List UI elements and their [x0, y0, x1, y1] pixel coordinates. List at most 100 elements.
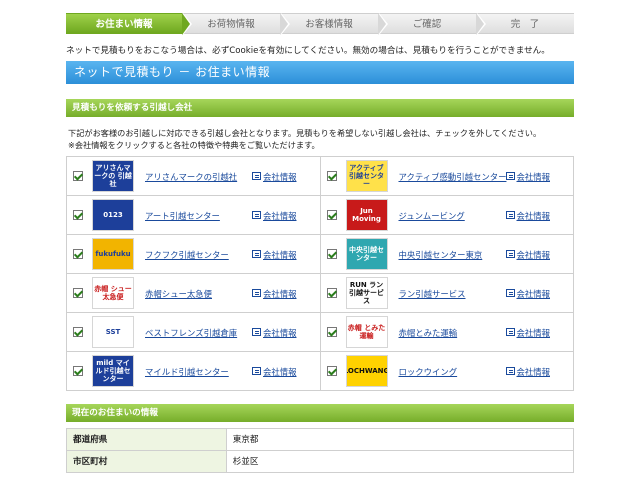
table-row: 都道府県 東京都	[67, 429, 574, 451]
page-container: お住まい情報 お荷物情報 お客様情報 ご確認 完 了 ネットで見積もりをおこなう…	[66, 0, 574, 479]
company-info-link[interactable]: 会社情報	[517, 288, 551, 300]
company-item: 赤帽 シュー太急便 赤帽シュー太急便 会社情報	[67, 274, 321, 313]
company-name-link[interactable]: アート引越センター	[145, 210, 220, 222]
company-logo[interactable]: 0123	[92, 199, 134, 231]
company-logo[interactable]: LOCHWANG	[345, 355, 388, 387]
step-label: お客様情報	[305, 19, 353, 30]
company-row: SST ベストフレンズ引越倉庫 会社情報 赤帽 とみた運輸 赤帽とみた運輸 会社情報	[67, 313, 574, 352]
step-label: ご確認	[412, 19, 442, 30]
company-checkbox[interactable]	[326, 171, 337, 181]
document-icon[interactable]	[252, 172, 261, 180]
company-checkbox[interactable]	[326, 210, 337, 220]
company-logo[interactable]: 中央引越センター	[345, 238, 388, 270]
residence-table: 都道府県 東京都 市区町村 杉並区	[66, 428, 574, 473]
company-logo[interactable]: Jun Moving	[345, 199, 388, 231]
company-logo[interactable]: 赤帽 とみた運輸	[345, 316, 388, 348]
description-line: 下記がお客様のお引越しに対応できる引越し会社となります。見積もりを希望しない引越…	[68, 128, 542, 138]
company-row: アリさんマークの 引越社 アリさんマークの引越社 会社情報 アクティブ 引越センターア…	[67, 157, 574, 196]
company-name-link[interactable]: ラン引越サービス	[399, 288, 466, 300]
company-row: fukufuku フクフク引越センター 会社情報 中央引越センター 中央引越センター東京…	[67, 235, 574, 274]
company-name-link[interactable]: ロックウイング	[399, 366, 458, 378]
company-checkbox[interactable]	[326, 327, 337, 337]
company-checkbox[interactable]	[326, 366, 337, 376]
prefecture-label: 都道府県	[67, 429, 227, 451]
prefecture-value: 東京都	[226, 429, 574, 451]
company-checkbox[interactable]	[326, 288, 337, 298]
company-name-link[interactable]: 赤帽シュー太急便	[145, 288, 212, 300]
document-icon[interactable]	[252, 211, 261, 219]
company-info-link[interactable]: 会社情報	[263, 210, 297, 222]
company-checkbox[interactable]	[73, 327, 83, 337]
company-item: mild マイルド引越センター マイルド引越センター 会社情報	[67, 352, 321, 391]
city-label: 市区町村	[67, 451, 227, 473]
table-row: 市区町村 杉並区	[67, 451, 574, 473]
company-grid: アリさんマークの 引越社 アリさんマークの引越社 会社情報 アクティブ 引越センターア…	[66, 156, 574, 391]
company-name-link[interactable]: 赤帽とみた運輸	[399, 327, 458, 339]
city-value: 杉並区	[226, 451, 574, 473]
company-item: LOCHWANG ロックウイング 会社情報	[320, 352, 574, 391]
company-name-link[interactable]: アクティブ感動引越センター	[399, 171, 507, 183]
company-item: fukufuku フクフク引越センター 会社情報	[67, 235, 321, 274]
company-logo[interactable]: SST	[92, 316, 134, 348]
company-name-link[interactable]: マイルド引越センター	[145, 366, 229, 378]
document-icon[interactable]	[252, 289, 261, 297]
company-name-link[interactable]: フクフク引越センター	[145, 249, 229, 261]
company-logo[interactable]: fukufuku	[92, 238, 134, 270]
companies-description: 下記がお客様のお引越しに対応できる引越し会社となります。見積もりを希望しない引越…	[68, 127, 574, 151]
company-checkbox[interactable]	[73, 249, 83, 259]
page-title: ネットで見積もり － お住まい情報	[66, 61, 574, 84]
document-icon[interactable]	[505, 289, 515, 297]
document-icon[interactable]	[252, 250, 261, 258]
company-logo[interactable]: RUN ラン引越サービス	[345, 277, 388, 309]
company-info-link[interactable]: 会社情報	[517, 249, 551, 261]
company-info-link[interactable]: 会社情報	[263, 249, 297, 261]
company-logo[interactable]: アクティブ 引越センター	[345, 160, 388, 192]
company-logo[interactable]: アリさんマークの 引越社	[92, 160, 134, 192]
step-residence: お住まい情報	[66, 13, 192, 35]
company-item: 0123 アート引越センター 会社情報	[67, 196, 321, 235]
company-item: RUN ラン引越サービス ラン引越サービス 会社情報	[320, 274, 574, 313]
company-info-link[interactable]: 会社情報	[517, 366, 551, 378]
company-checkbox[interactable]	[73, 288, 83, 298]
company-logo[interactable]: mild マイルド引越センター	[92, 355, 134, 387]
document-icon[interactable]	[505, 172, 515, 180]
companies-section-title: 見積もりを依頼する引越し会社	[66, 99, 574, 117]
company-checkbox[interactable]	[326, 249, 337, 259]
company-row: 赤帽 シュー太急便 赤帽シュー太急便 会社情報 RUN ラン引越サービス ラン引越サービ…	[67, 274, 574, 313]
step-label: 完 了	[510, 19, 540, 30]
company-info-link[interactable]: 会社情報	[263, 366, 297, 378]
company-row: 0123 アート引越センター 会社情報 Jun Moving ジュンムービング 会社情報	[67, 196, 574, 235]
company-info-link[interactable]: 会社情報	[517, 327, 551, 339]
company-item: Jun Moving ジュンムービング 会社情報	[320, 196, 574, 235]
company-logo[interactable]: 赤帽 シュー太急便	[92, 277, 134, 309]
company-info-link[interactable]: 会社情報	[263, 327, 297, 339]
residence-section-title: 現在のお住まいの情報	[66, 404, 574, 422]
company-name-link[interactable]: ベストフレンズ引越倉庫	[145, 327, 237, 339]
company-name-link[interactable]: 中央引越センター東京	[399, 249, 483, 261]
document-icon[interactable]	[505, 328, 515, 336]
document-icon[interactable]	[505, 250, 515, 258]
company-info-link[interactable]: 会社情報	[263, 288, 297, 300]
cookie-notice: ネットで見積もりをおこなう場合は、必ずCookieを有効にしてください。無効の場…	[66, 46, 550, 56]
company-name-link[interactable]: アリさんマークの引越社	[145, 171, 237, 183]
document-icon[interactable]	[505, 367, 515, 375]
company-info-link[interactable]: 会社情報	[517, 171, 551, 183]
step-confirm: ご確認	[378, 13, 486, 35]
step-customer: お客様情報	[280, 13, 388, 35]
step-luggage: お荷物情報	[182, 13, 290, 35]
company-item: 中央引越センター 中央引越センター東京 会社情報	[320, 235, 574, 274]
company-name-link[interactable]: ジュンムービング	[399, 210, 465, 222]
document-icon[interactable]	[505, 211, 515, 219]
step-complete: 完 了	[476, 13, 574, 34]
step-label: お住まい情報	[95, 19, 153, 30]
company-checkbox[interactable]	[73, 171, 83, 181]
document-icon[interactable]	[252, 328, 261, 336]
company-info-link[interactable]: 会社情報	[517, 210, 551, 222]
company-item: 赤帽 とみた運輸 赤帽とみた運輸 会社情報	[320, 313, 574, 352]
document-icon[interactable]	[252, 367, 261, 375]
company-checkbox[interactable]	[73, 366, 83, 376]
progress-steps: お住まい情報 お荷物情報 お客様情報 ご確認 完 了	[66, 13, 574, 35]
step-label: お荷物情報	[207, 19, 255, 30]
company-checkbox[interactable]	[73, 210, 83, 220]
company-info-link[interactable]: 会社情報	[263, 171, 297, 183]
